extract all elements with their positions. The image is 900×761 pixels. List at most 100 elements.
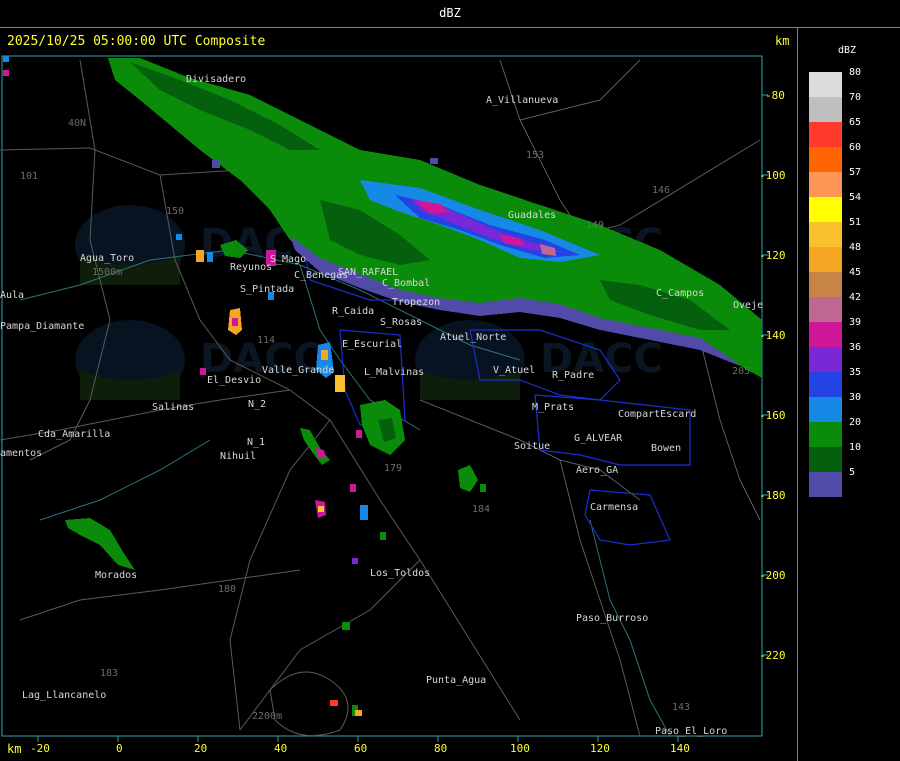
place-label: 153	[526, 150, 544, 161]
legend-entry: 48	[809, 242, 861, 272]
legend-swatch	[809, 372, 842, 397]
timestamp-header: 2025/10/25 05:00:00 UTC Composite	[7, 34, 266, 49]
legend-swatch	[809, 322, 842, 347]
place-label: G_ALVEAR	[574, 433, 623, 444]
place-label: Atuel_Norte	[440, 332, 506, 343]
legend-swatch	[809, 247, 842, 272]
legend-entry: 10	[809, 442, 861, 472]
legend-value: 30	[849, 392, 862, 403]
legend-entry: 60	[809, 142, 861, 172]
legend-value: 42	[849, 292, 862, 303]
legend-value: 35	[849, 367, 862, 378]
legend-entry: 42	[809, 292, 861, 322]
y-tick-label: -80	[765, 89, 785, 102]
legend-swatch	[809, 72, 842, 97]
place-label: 143	[672, 702, 690, 713]
legend-entry: 54	[809, 192, 861, 222]
place-label: CompartEscard	[618, 409, 696, 420]
place-label: El_Desvio	[207, 375, 261, 386]
place-label: S_Pintada	[240, 284, 294, 295]
legend-swatch	[809, 222, 842, 247]
legend-entry: 36	[809, 342, 861, 372]
place-label: SAN_RAFAEL	[338, 267, 398, 278]
place-label: C_Bombal	[382, 278, 430, 289]
place-label: Los_Toldos	[370, 568, 430, 579]
place-label: V_Atuel	[493, 365, 535, 376]
legend-swatch	[809, 297, 842, 322]
place-label: S_Rosas	[380, 317, 422, 328]
legend-entry: 45	[809, 267, 861, 297]
panel-divider	[797, 28, 798, 761]
y-tick-label: -100	[759, 169, 786, 182]
legend-value: 51	[849, 217, 862, 228]
legend-swatch	[809, 397, 842, 422]
legend-entry: 51	[809, 217, 861, 247]
place-label: Guadales	[508, 210, 556, 221]
place-label: R_Caida	[332, 306, 374, 317]
legend-value: 39	[849, 317, 862, 328]
legend-entry: 65	[809, 117, 861, 147]
legend-swatch	[809, 172, 842, 197]
y-axis-ticks: -80 -100 -120 -140 -160 -180 -200 -220	[759, 89, 786, 662]
place-label: Valle_Grande	[262, 365, 334, 376]
place-label: 183	[100, 668, 118, 679]
place-label: Soitue	[514, 441, 550, 452]
x-axis-ticks: -20 0 20 40 60 80 100 120 140	[30, 742, 690, 755]
legend-title: dBZ	[838, 45, 857, 56]
place-label: amentos	[0, 448, 42, 459]
place-label: 149	[586, 220, 604, 231]
place-label: 146	[652, 185, 670, 196]
x-tick-label: 100	[510, 742, 530, 755]
legend-value: 5	[849, 467, 856, 478]
legend-value: 20	[849, 417, 862, 428]
legend-entry: 57	[809, 167, 861, 197]
place-label: Cda_Amarilla	[38, 429, 110, 440]
y-tick-label: -140	[759, 329, 786, 342]
place-label: Paso_Burroso	[576, 613, 648, 624]
place-label: Oveje	[733, 300, 763, 311]
place-label: 40N	[68, 118, 86, 129]
legend-value: 48	[849, 242, 862, 253]
place-label: 180	[218, 584, 236, 595]
place-label: L_Malvinas	[364, 367, 424, 378]
place-label: Lag_Llancanelo	[22, 690, 106, 701]
x-tick-label: 120	[590, 742, 610, 755]
y-tick-label: -160	[759, 409, 786, 422]
legend-swatch	[809, 422, 842, 447]
legend-entry: 20	[809, 417, 861, 447]
legend-value: 45	[849, 267, 862, 278]
place-label: 114	[257, 335, 275, 346]
legend-value: 60	[849, 142, 862, 153]
legend-swatch	[809, 147, 842, 172]
place-label: 205	[732, 366, 750, 377]
radar-map[interactable]: DACC DACC DACC DACC	[0, 0, 797, 761]
place-label: M_Prats	[532, 402, 574, 413]
place-label: Carmensa	[590, 502, 638, 513]
place-label: 101	[20, 171, 38, 182]
x-tick-label: 140	[670, 742, 690, 755]
legend-value: 57	[849, 167, 862, 178]
place-label: Paso_El_Loro	[655, 726, 727, 737]
legend-entry: 30	[809, 392, 861, 422]
y-tick-label: -220	[759, 649, 786, 662]
legend-swatch	[809, 472, 842, 497]
legend-swatch	[809, 122, 842, 147]
place-label: N_1	[247, 437, 265, 448]
x-tick-label: 80	[434, 742, 447, 755]
legend-value: 10	[849, 442, 862, 453]
legend-swatch	[809, 447, 842, 472]
place-label: Morados	[95, 570, 137, 581]
legend-entry: 80	[809, 67, 861, 97]
legend-entry: 39	[809, 317, 861, 347]
x-tick-label: -20	[30, 742, 50, 755]
place-label: Tropezon	[392, 297, 440, 308]
place-label: 184	[472, 504, 490, 515]
legend-value: 70	[849, 92, 862, 103]
legend-entry: 70	[809, 92, 861, 122]
place-label: Agua_Toro	[80, 253, 134, 264]
place-label: 2200m	[252, 711, 282, 722]
place-label: Punta_Agua	[426, 675, 486, 686]
x-tick-label: 20	[194, 742, 207, 755]
legend-value: 36	[849, 342, 862, 353]
place-label: R_Padre	[552, 370, 594, 381]
